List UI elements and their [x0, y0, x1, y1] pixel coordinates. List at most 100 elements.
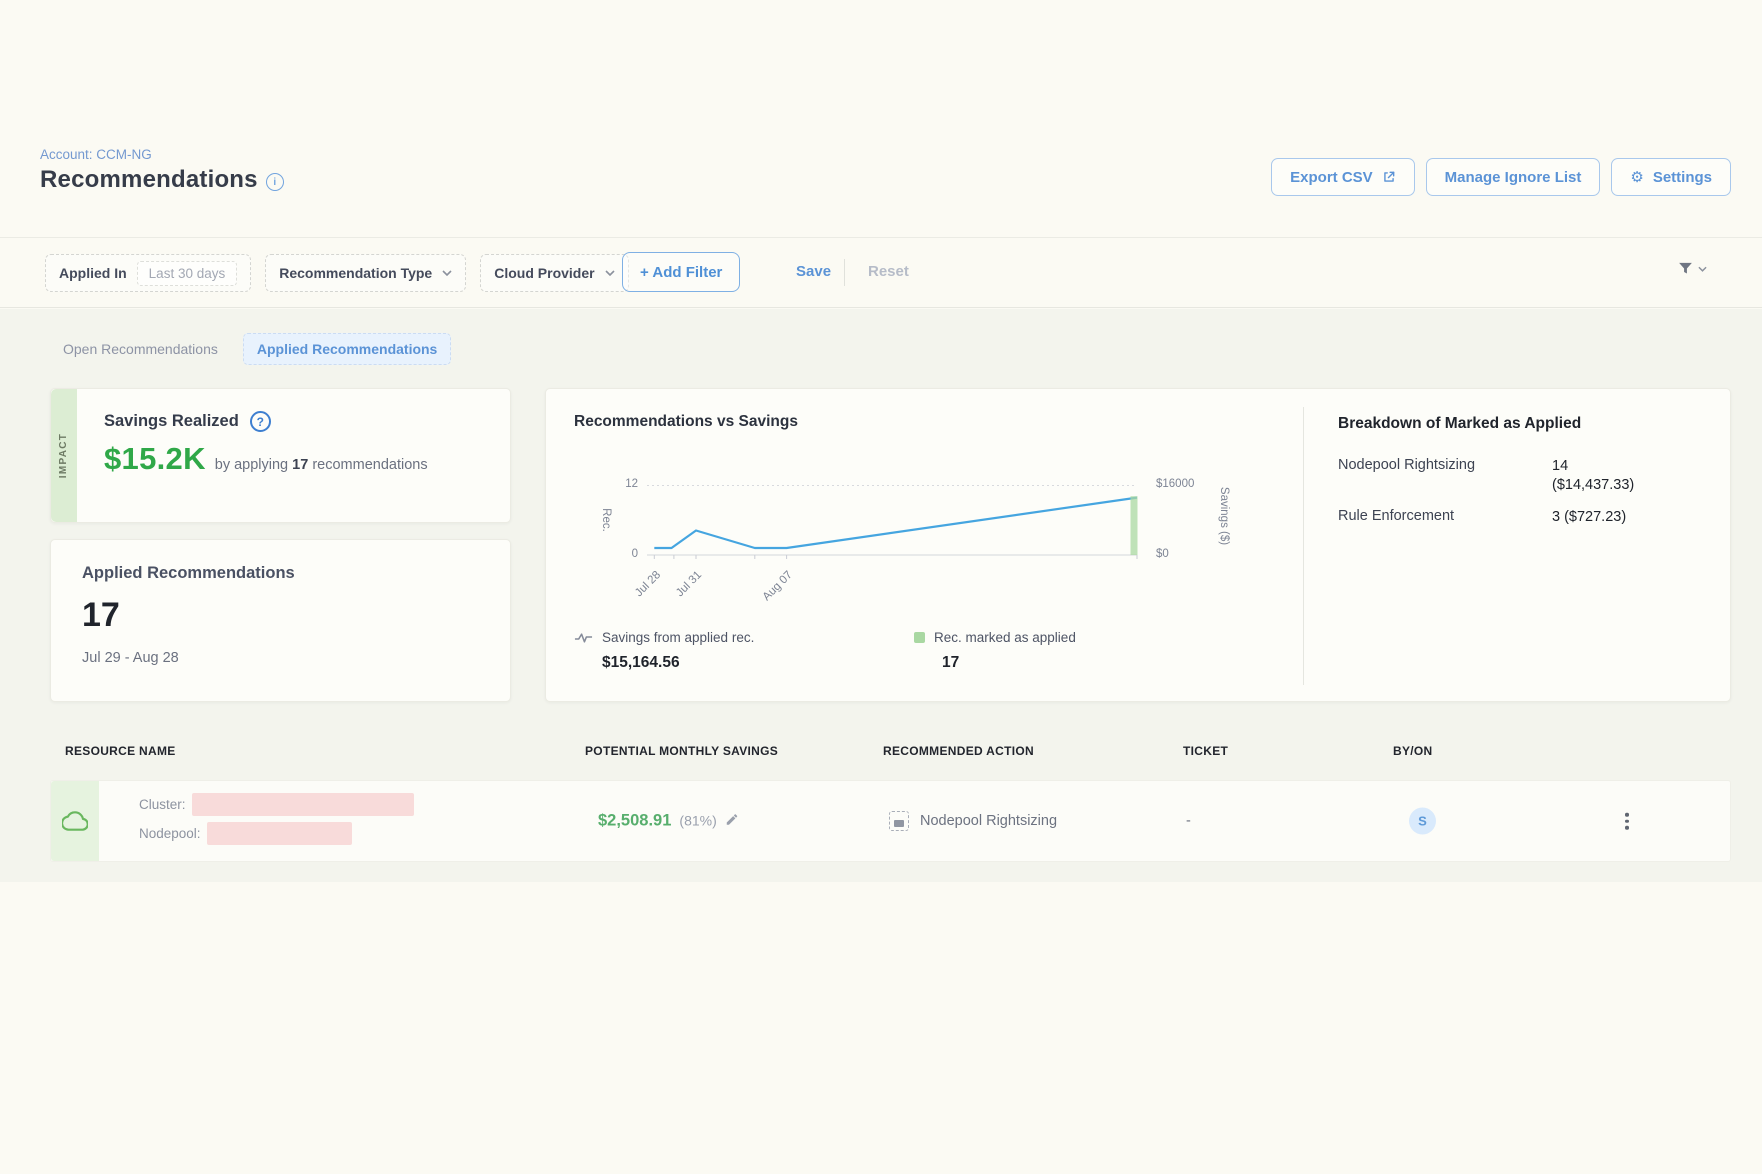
right-axis-tick-min: $0: [1156, 548, 1216, 560]
manage-ignore-list-button[interactable]: Manage Ignore List: [1426, 158, 1601, 196]
impact-strip-label: IMPACT: [59, 433, 70, 478]
savings-realized-description: by applying 17 recommendations: [215, 457, 428, 473]
header-actions: Export CSV Manage Ignore List ⚙ Settings: [1271, 158, 1731, 196]
recommendations-page: Account: CCM-NG Recommendations i Export…: [0, 0, 1762, 1174]
save-filter-button[interactable]: Save: [790, 262, 837, 281]
funnel-icon: [1677, 260, 1694, 277]
ticket-cell: -: [1186, 813, 1191, 829]
tab-open-recommendations[interactable]: Open Recommendations: [50, 333, 231, 365]
settings-button[interactable]: ⚙ Settings: [1611, 158, 1731, 196]
recommended-action-cell: Nodepool Rightsizing: [889, 811, 1057, 831]
savings-realized-count: 17: [292, 457, 308, 473]
column-header-resource-name: RESOURCE NAME: [65, 744, 176, 758]
right-axis-tick-max: $16000: [1156, 478, 1216, 490]
x-axis-labels: Jul 28Jul 31Aug 07: [647, 563, 1137, 603]
impact-strip: IMPACT: [51, 389, 77, 522]
page-header: Recommendations i: [40, 166, 284, 194]
export-csv-button[interactable]: Export CSV: [1271, 158, 1415, 196]
applied-in-label: Applied In: [59, 265, 127, 281]
chart-plot-area: [647, 485, 1137, 560]
filter-chip-cloud-provider[interactable]: Cloud Provider: [480, 254, 628, 292]
row-menu-button[interactable]: [1619, 807, 1635, 836]
resource-name-cell: Cluster: Nodepool:: [139, 792, 414, 845]
potential-savings-cell: $2,508.91 (81%): [598, 812, 739, 831]
left-axis-tick-max: 12: [592, 478, 638, 490]
nodepool-rightsizing-icon: [889, 811, 909, 831]
add-filter-button[interactable]: + Add Filter: [622, 252, 740, 292]
savings-realized-title: Savings Realized: [104, 412, 239, 431]
nodepool-label: Nodepool:: [139, 826, 201, 841]
savings-realized-card: IMPACT Savings Realized ? $15.2K by appl…: [50, 388, 511, 523]
applied-card-date-range: Jul 29 - Aug 28: [82, 650, 510, 666]
chevron-down-icon: [1698, 266, 1707, 272]
help-icon[interactable]: ?: [250, 411, 271, 432]
line-series-icon: [574, 631, 593, 645]
legend-applied-value: 17: [942, 654, 1076, 672]
page-title: Recommendations: [40, 166, 258, 194]
filter-chip-applied-in[interactable]: Applied In Last 30 days: [45, 254, 251, 292]
filter-chips: Applied In Last 30 days Recommendation T…: [45, 254, 629, 292]
resource-type-cell: [51, 781, 99, 861]
gear-icon: ⚙: [1630, 170, 1643, 185]
chart-title: Recommendations vs Savings: [574, 413, 798, 431]
savings-realized-amount: $15.2K: [104, 441, 206, 477]
legend-savings-value: $15,164.56: [602, 654, 754, 672]
external-link-icon: [1382, 170, 1396, 184]
savings-percent: (81%): [679, 813, 716, 829]
savings-realized-body: Savings Realized ? $15.2K by applying 17…: [104, 411, 428, 477]
recommendation-tabs: Open Recommendations Applied Recommendat…: [50, 333, 451, 365]
breakdown-row-label: Rule Enforcement: [1338, 508, 1552, 527]
content-area: Open Recommendations Applied Recommendat…: [0, 309, 1762, 882]
info-icon[interactable]: i: [266, 173, 284, 191]
legend-item-applied: Rec. marked as applied 17: [914, 630, 1076, 672]
cloud-icon: [62, 808, 88, 834]
settings-label: Settings: [1653, 169, 1712, 186]
cloud-provider-label: Cloud Provider: [494, 265, 594, 281]
applied-recommendations-card: Applied Recommendations 17 Jul 29 - Aug …: [50, 539, 511, 702]
chart-svg: [647, 485, 1137, 560]
recommendations-vs-savings-card: Recommendations vs Savings 12 0 Rec. $16…: [545, 388, 1731, 702]
legend-applied-label: Rec. marked as applied: [934, 630, 1076, 645]
left-axis-tick-min: 0: [592, 548, 638, 560]
legend-item-savings: Savings from applied rec. $15,164.56: [574, 630, 754, 672]
manage-ignore-list-label: Manage Ignore List: [1445, 169, 1582, 186]
breakdown-row: Rule Enforcement 3 ($727.23): [1338, 508, 1710, 527]
filter-bar: Applied In Last 30 days Recommendation T…: [0, 237, 1762, 308]
chevron-down-icon: [442, 270, 452, 276]
breakdown-row-value: 3 ($727.23): [1552, 508, 1652, 527]
tab-applied-recommendations[interactable]: Applied Recommendations: [243, 333, 451, 365]
filter-panel-toggle[interactable]: [1677, 260, 1707, 277]
applied-in-value[interactable]: Last 30 days: [137, 261, 238, 286]
account-breadcrumb[interactable]: Account: CCM-NG: [40, 147, 152, 162]
breakdown-row: Nodepool Rightsizing 14 ($14,437.33): [1338, 457, 1710, 495]
bar-series-icon: [914, 632, 925, 643]
cluster-name-redacted: [192, 793, 414, 816]
nodepool-name-redacted: [207, 822, 352, 845]
column-header-recommended-action: RECOMMENDED ACTION: [883, 744, 1034, 758]
chevron-down-icon: [605, 270, 615, 276]
savings-amount: $2,508.91: [598, 812, 671, 831]
chart-line-savings: [654, 498, 1137, 548]
applied-card-count: 17: [82, 596, 510, 635]
column-header-by-on: BY/ON: [1393, 744, 1433, 758]
reset-filter-button: Reset: [862, 262, 915, 281]
legend-savings-label: Savings from applied rec.: [602, 630, 754, 645]
breakdown-row-label: Nodepool Rightsizing: [1338, 457, 1552, 495]
breakdown-panel: Breakdown of Marked as Applied Nodepool …: [1338, 415, 1710, 540]
breakdown-title: Breakdown of Marked as Applied: [1338, 415, 1710, 433]
recommendation-type-label: Recommendation Type: [279, 265, 432, 281]
filter-chip-recommendation-type[interactable]: Recommendation Type: [265, 254, 466, 292]
column-header-ticket: TICKET: [1183, 744, 1228, 758]
table-row[interactable]: Cluster: Nodepool: $2,508.91 (81%) Nodep…: [50, 780, 1731, 862]
divider: [1303, 407, 1304, 685]
edit-icon[interactable]: [725, 813, 739, 827]
column-header-potential-monthly-savings: POTENTIAL MONTHLY SAVINGS: [585, 744, 778, 758]
chart-bar-rec-applied: [1131, 496, 1138, 555]
applied-card-title: Applied Recommendations: [82, 564, 510, 583]
recommended-action-label: Nodepool Rightsizing: [920, 813, 1057, 829]
cluster-label: Cluster:: [139, 797, 186, 812]
export-csv-label: Export CSV: [1290, 169, 1373, 186]
by-on-cell: S: [1409, 808, 1436, 835]
divider: [844, 259, 845, 286]
user-avatar: S: [1409, 808, 1436, 835]
